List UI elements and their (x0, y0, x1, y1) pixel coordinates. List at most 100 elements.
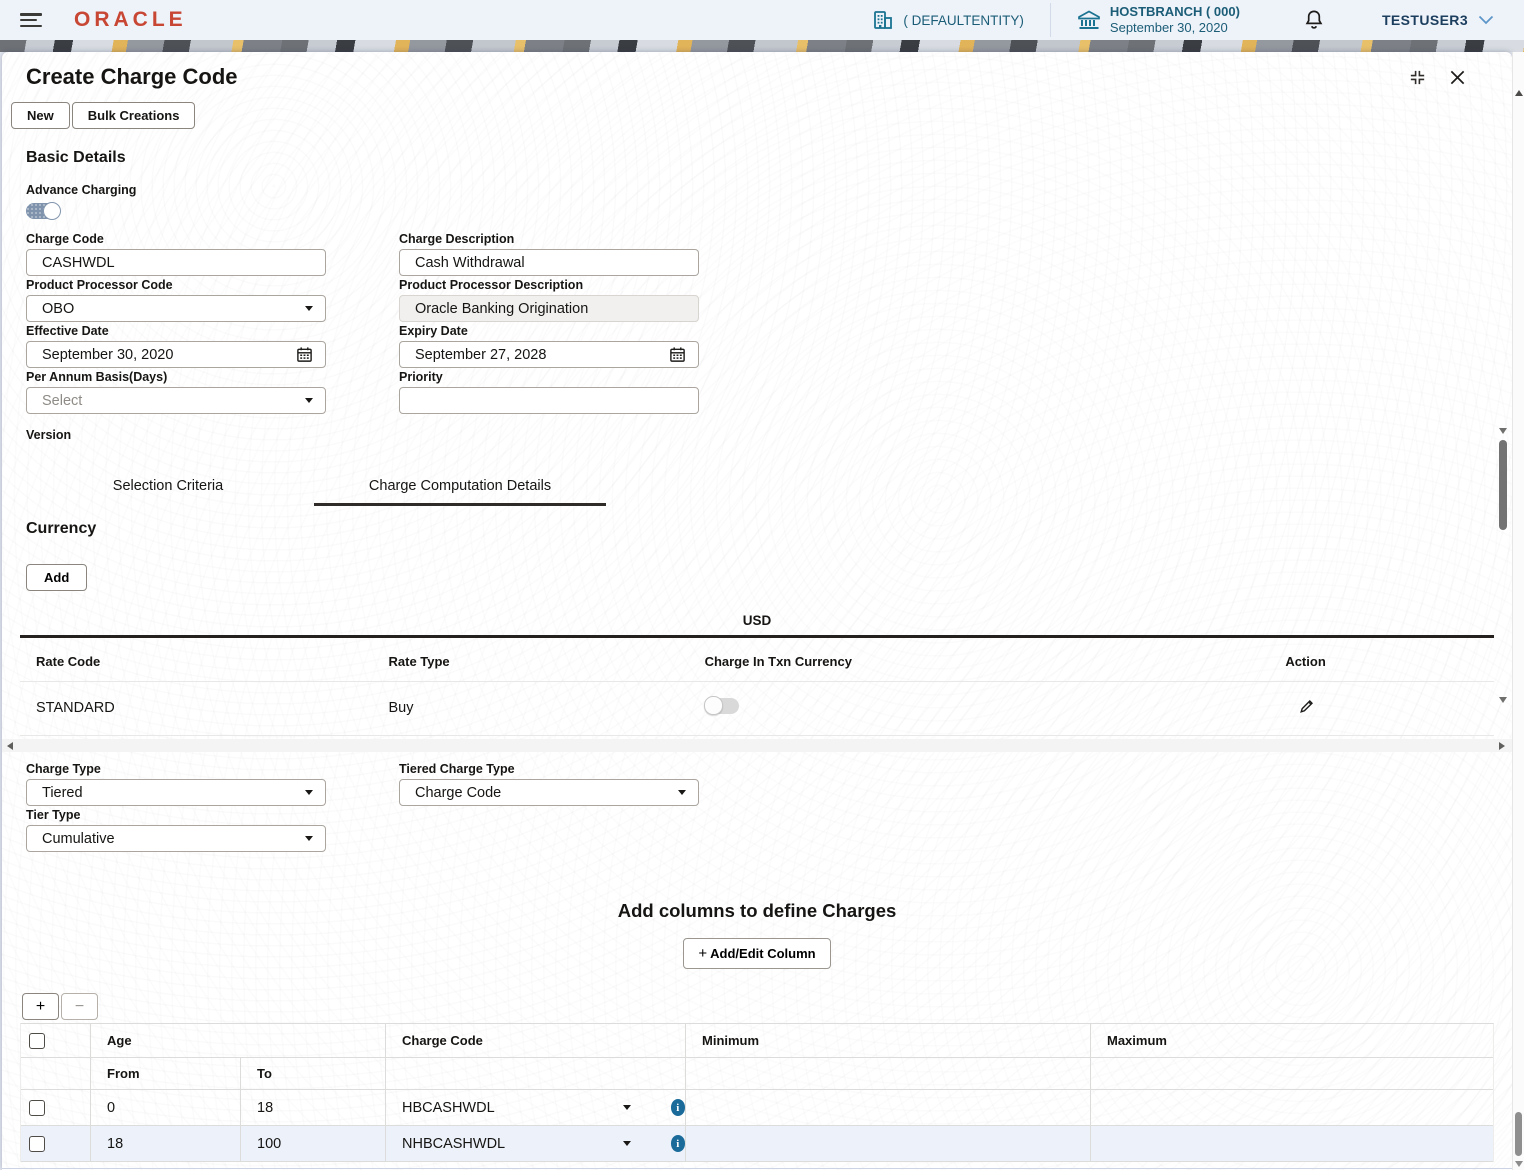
product-processor-code-label: Product Processor Code (26, 278, 173, 292)
product-processor-description-input: Oracle Banking Origination (399, 295, 699, 322)
rate-table-row: STANDARD Buy (20, 682, 1494, 736)
charge-type-select[interactable]: Tiered (26, 779, 326, 806)
charges-table: Age Charge Code Minimum Maximum From To … (20, 1023, 1494, 1162)
remove-row-button[interactable]: − (61, 993, 98, 1020)
calendar-icon[interactable] (296, 346, 313, 363)
page-vertical-scrollbar[interactable] (1512, 52, 1524, 1170)
effective-date-label: Effective Date (26, 324, 109, 338)
tier-type-value: Cumulative (42, 830, 115, 847)
tab-charge-computation-details[interactable]: Charge Computation Details (314, 472, 606, 506)
create-charge-code-panel: Create Charge Code New Bulk Creations Ba… (2, 52, 1512, 1170)
user-menu[interactable]: TESTUSER3 (1382, 12, 1494, 28)
section-tabs: Selection Criteria Charge Computation De… (22, 472, 1512, 506)
caret-down-icon (305, 398, 313, 403)
scroll-left-arrow-icon[interactable] (7, 742, 13, 750)
effective-date-field: Effective Date September 30, 2020 (26, 322, 326, 368)
scroll-up-arrow-icon[interactable] (1515, 90, 1523, 96)
minimum-cell[interactable] (686, 1126, 1091, 1161)
currency-tab-usd[interactable]: USD (20, 613, 1494, 638)
branch-selector[interactable]: HOSTBRANCH ( 000) September 30, 2020 (1077, 4, 1240, 35)
charge-code-row-select[interactable]: HBCASHWDL (402, 1100, 645, 1116)
charge-code-input[interactable]: CASHWDL (26, 249, 326, 276)
decorative-mosaic-strip (0, 40, 1524, 52)
to-cell[interactable]: 18 (241, 1090, 386, 1125)
product-processor-code-select[interactable]: OBO (26, 295, 326, 322)
priority-label: Priority (399, 370, 443, 384)
to-cell[interactable]: 100 (241, 1126, 386, 1161)
add-row-button[interactable]: + (22, 993, 59, 1020)
tab-bulk-creations[interactable]: Bulk Creations (71, 102, 196, 129)
branch-bank-icon (1077, 9, 1101, 31)
from-cell[interactable]: 18 (91, 1126, 241, 1161)
horizontal-scrollbar[interactable] (2, 739, 1512, 752)
charge-code-row-select[interactable]: NHBCASHWDL (402, 1136, 645, 1152)
priority-input[interactable] (399, 387, 699, 414)
inner-vertical-scrollbar[interactable] (1498, 428, 1507, 530)
rate-code-cell: STANDARD (36, 700, 115, 716)
charge-code-row-value: HBCASHWDL (402, 1099, 495, 1116)
advance-charging-label: Advance Charging (26, 183, 137, 197)
restore-window-icon[interactable] (1408, 68, 1427, 87)
charge-code-cell: HBCASHWDL i (386, 1090, 686, 1125)
row-checkbox[interactable] (29, 1099, 45, 1116)
row-select-cell (21, 1090, 91, 1125)
advance-charging-toggle[interactable] (26, 202, 61, 220)
scroll-right-arrow-icon[interactable] (1499, 742, 1505, 750)
entity-selector[interactable]: ( DEFAULTENTITY) (872, 10, 1024, 30)
inner-scroll-down-arrow[interactable] (1499, 697, 1507, 703)
from-cell[interactable]: 0 (91, 1090, 241, 1125)
maximum-cell[interactable] (1091, 1126, 1493, 1161)
tab-new[interactable]: New (11, 102, 70, 129)
product-processor-description-field: Product Processor Description Oracle Ban… (399, 276, 699, 322)
charge-in-txn-currency-cell (697, 696, 1278, 718)
scrollbar-thumb[interactable] (1515, 1112, 1522, 1156)
row-checkbox[interactable] (29, 1135, 45, 1152)
close-icon[interactable] (1449, 69, 1466, 86)
entity-label: ( DEFAULTENTITY) (903, 12, 1024, 28)
rate-code-header: Rate Code (36, 654, 101, 669)
branch-info: HOSTBRANCH ( 000) September 30, 2020 (1110, 4, 1240, 35)
scrollbar-thumb[interactable] (1498, 440, 1507, 530)
charge-in-txn-currency-toggle[interactable] (703, 696, 739, 715)
calendar-icon[interactable] (669, 346, 686, 363)
scroll-down-arrow-icon[interactable] (1498, 428, 1507, 434)
branch-date: September 30, 2020 (1109, 20, 1228, 35)
info-icon[interactable]: i (670, 1099, 685, 1116)
charge-code-field: Charge Code CASHWDL (26, 230, 326, 276)
expiry-date-input[interactable]: September 27, 2028 (399, 341, 699, 368)
charge-code-row-value: NHBCASHWDL (402, 1135, 506, 1152)
effective-date-input[interactable]: September 30, 2020 (26, 341, 326, 368)
product-processor-code-field: Product Processor Code OBO (26, 276, 326, 322)
maximum-header: Maximum (1107, 1033, 1167, 1048)
select-all-cell (21, 1024, 91, 1057)
minimum-cell[interactable] (686, 1090, 1091, 1125)
caret-down-icon (305, 790, 313, 795)
scroll-down-arrow-icon[interactable] (1515, 1161, 1523, 1167)
rate-type-header: Rate Type (388, 654, 450, 669)
hamburger-menu-icon[interactable] (20, 13, 42, 27)
select-all-checkbox[interactable] (29, 1032, 45, 1049)
tier-type-select[interactable]: Cumulative (26, 825, 326, 852)
per-annum-basis-label: Per Annum Basis(Days) (26, 370, 168, 384)
add-currency-button[interactable]: Add (26, 564, 88, 591)
add-columns-heading: Add columns to define Charges (617, 900, 897, 921)
branch-name: HOSTBRANCH ( 000) (1109, 4, 1240, 20)
charge-description-input[interactable]: Cash Withdrawal (399, 249, 699, 276)
expiry-date-value: September 27, 2028 (415, 346, 547, 363)
action-cell (1277, 697, 1494, 719)
page-title: Create Charge Code (26, 64, 238, 89)
maximum-cell[interactable] (1091, 1090, 1493, 1125)
user-name: TESTUSER3 (1381, 12, 1468, 28)
notifications-bell-icon[interactable] (1304, 9, 1324, 31)
per-annum-basis-select[interactable]: Select (26, 387, 326, 414)
per-annum-basis-field: Per Annum Basis(Days) Select (26, 368, 326, 414)
row-select-cell (21, 1126, 91, 1161)
product-processor-description-label: Product Processor Description (399, 278, 584, 292)
tiered-charge-type-select[interactable]: Charge Code (399, 779, 699, 806)
info-icon[interactable]: i (670, 1135, 685, 1152)
tab-selection-criteria[interactable]: Selection Criteria (22, 472, 314, 506)
add-edit-column-button[interactable]: + Add/Edit Column (683, 938, 831, 969)
per-annum-basis-placeholder: Select (42, 392, 83, 409)
edit-pencil-icon[interactable] (1298, 697, 1316, 715)
rate-table: Rate Code Rate Type Charge In Txn Curren… (20, 638, 1494, 736)
